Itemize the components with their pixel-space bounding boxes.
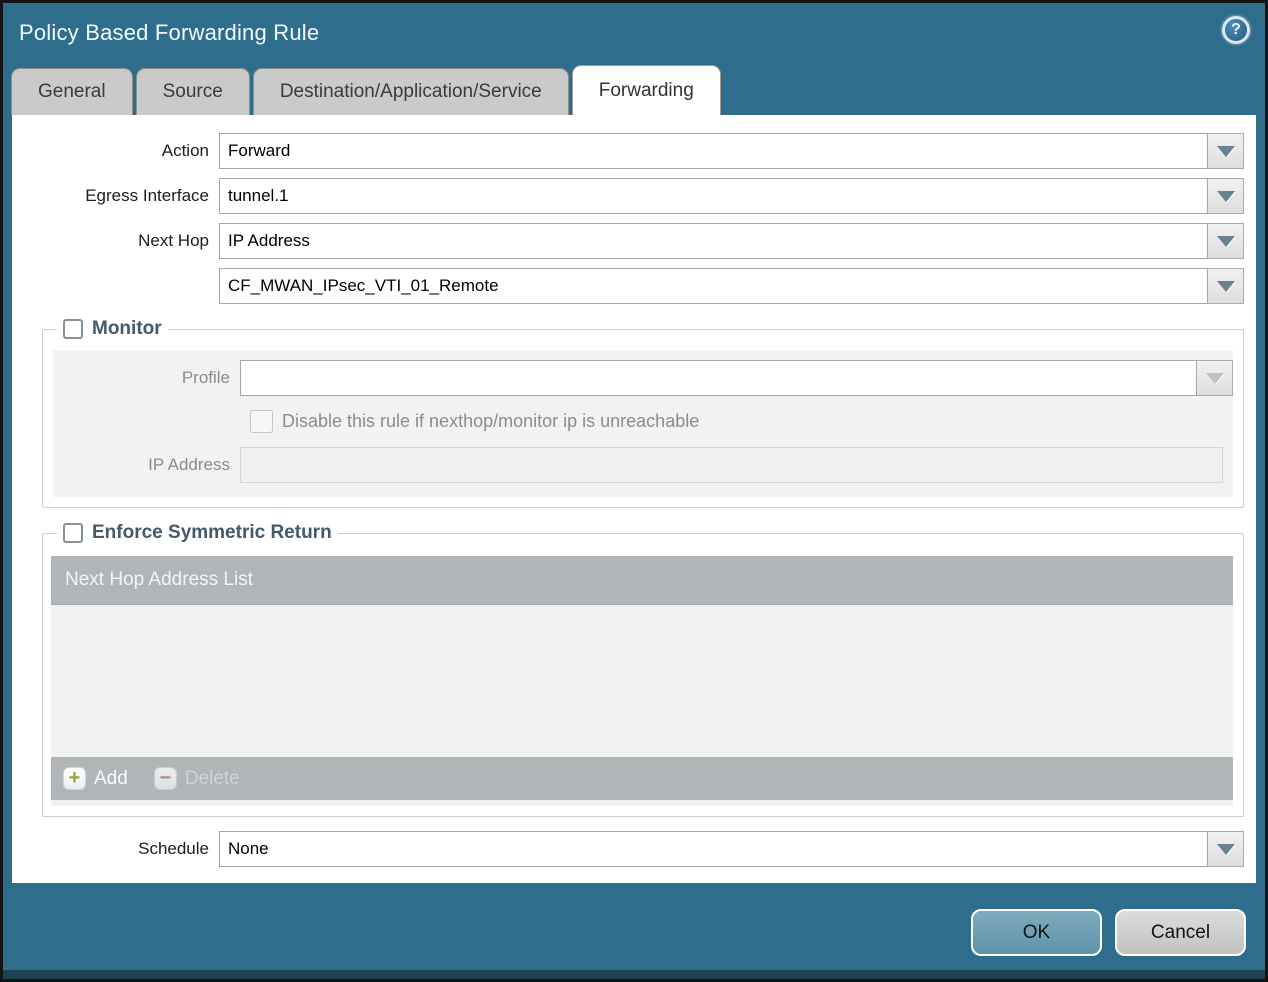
action-combo — [219, 133, 1244, 169]
help-glyph: ? — [1231, 21, 1241, 38]
monitor-legend: Monitor — [57, 318, 168, 340]
profile-dropdown-button — [1197, 360, 1233, 396]
egress-interface-combo — [219, 178, 1244, 214]
egress-interface-input[interactable] — [219, 178, 1208, 214]
delete-icon: − — [153, 767, 177, 790]
monitor-fieldset: Monitor Profile Disable this rule if nex… — [42, 318, 1244, 508]
chevron-down-icon — [1216, 235, 1235, 247]
dialog-footer: OK Cancel — [3, 883, 1265, 979]
tab-destination-application-service[interactable]: Destination/Application/Service — [252, 68, 569, 115]
action-input[interactable] — [219, 133, 1208, 169]
add-icon: + — [63, 767, 86, 790]
dialog-title: Policy Based Forwarding Rule — [19, 20, 320, 45]
disable-rule-row: Disable this rule if nexthop/monitor ip … — [250, 410, 1233, 433]
schedule-combo — [219, 831, 1244, 867]
profile-input — [240, 360, 1197, 396]
next-hop-address-input[interactable] — [219, 268, 1208, 304]
next-hop-label: Next Hop — [138, 231, 209, 250]
cancel-button[interactable]: Cancel — [1115, 909, 1246, 956]
tab-source[interactable]: Source — [135, 68, 250, 115]
monitor-panel: Profile Disable this rule if nexthop/mon… — [53, 350, 1233, 497]
add-button-label: Add — [94, 767, 128, 789]
tab-general[interactable]: General — [11, 68, 133, 115]
next-hop-address-list: Next Hop Address List + Add − Delete — [51, 556, 1233, 806]
titlebar: Policy Based Forwarding Rule ? — [3, 3, 1265, 63]
list-header-label: Next Hop Address List — [65, 569, 253, 590]
ok-button[interactable]: OK — [971, 909, 1102, 956]
enforce-symmetric-return-legend: Enforce Symmetric Return — [57, 522, 338, 544]
disable-rule-checkbox — [250, 410, 273, 433]
next-hop-address-list-header: Next Hop Address List — [51, 556, 1233, 605]
chevron-down-icon — [1216, 145, 1235, 157]
monitor-ip-address-input — [240, 447, 1223, 483]
schedule-input[interactable] — [219, 831, 1208, 867]
next-hop-address-list-body[interactable] — [51, 605, 1233, 757]
next-hop-combo — [219, 223, 1244, 259]
action-row: Action — [22, 133, 1244, 169]
schedule-label: Schedule — [138, 839, 209, 858]
egress-interface-dropdown-button[interactable] — [1208, 178, 1244, 214]
tab-label: Destination/Application/Service — [279, 81, 542, 102]
next-hop-type-input[interactable] — [219, 223, 1208, 259]
enforce-symmetric-return-checkbox[interactable] — [63, 523, 83, 543]
tab-label: Forwarding — [598, 79, 694, 101]
schedule-row: Schedule — [22, 831, 1244, 867]
help-icon[interactable]: ? — [1222, 16, 1250, 44]
schedule-dropdown-button[interactable] — [1208, 831, 1244, 867]
chevron-down-icon — [1205, 372, 1224, 384]
enforce-symmetric-return-title: Enforce Symmetric Return — [92, 522, 332, 543]
next-hop-row: Next Hop — [22, 223, 1244, 259]
monitor-ip-address-row: IP Address — [53, 447, 1233, 483]
pbf-rule-dialog: Policy Based Forwarding Rule ? General S… — [0, 0, 1268, 982]
tab-forwarding[interactable]: Forwarding — [571, 65, 721, 115]
delete-button-label: Delete — [184, 767, 240, 789]
disable-rule-label: Disable this rule if nexthop/monitor ip … — [282, 411, 700, 431]
monitor-checkbox[interactable] — [63, 319, 83, 339]
egress-interface-label: Egress Interface — [85, 186, 209, 205]
chevron-down-icon — [1216, 280, 1235, 292]
action-label: Action — [161, 141, 209, 160]
action-dropdown-button[interactable] — [1208, 133, 1244, 169]
next-hop-dropdown-button[interactable] — [1208, 223, 1244, 259]
forwarding-tab-panel: Action Egress Interface Next Hop — [12, 115, 1256, 883]
delete-button[interactable]: − Delete — [153, 767, 240, 790]
add-button[interactable]: + Add — [63, 767, 128, 790]
tab-label: Source — [162, 81, 223, 102]
next-hop-address-dropdown-button[interactable] — [1208, 268, 1244, 304]
enforce-symmetric-return-fieldset: Enforce Symmetric Return Next Hop Addres… — [42, 522, 1244, 817]
tab-label: General — [38, 81, 106, 102]
next-hop-address-list-toolbar: + Add − Delete — [51, 757, 1233, 800]
profile-combo — [240, 360, 1233, 396]
monitor-ip-address-label: IP Address — [148, 455, 230, 474]
profile-label: Profile — [181, 368, 230, 387]
next-hop-address-row — [22, 268, 1244, 304]
egress-interface-row: Egress Interface — [22, 178, 1244, 214]
chevron-down-icon — [1216, 843, 1235, 855]
profile-row: Profile — [53, 360, 1233, 396]
tab-strip: General Source Destination/Application/S… — [3, 63, 1265, 115]
next-hop-address-combo — [219, 268, 1244, 304]
monitor-title: Monitor — [92, 318, 162, 339]
chevron-down-icon — [1216, 190, 1235, 202]
